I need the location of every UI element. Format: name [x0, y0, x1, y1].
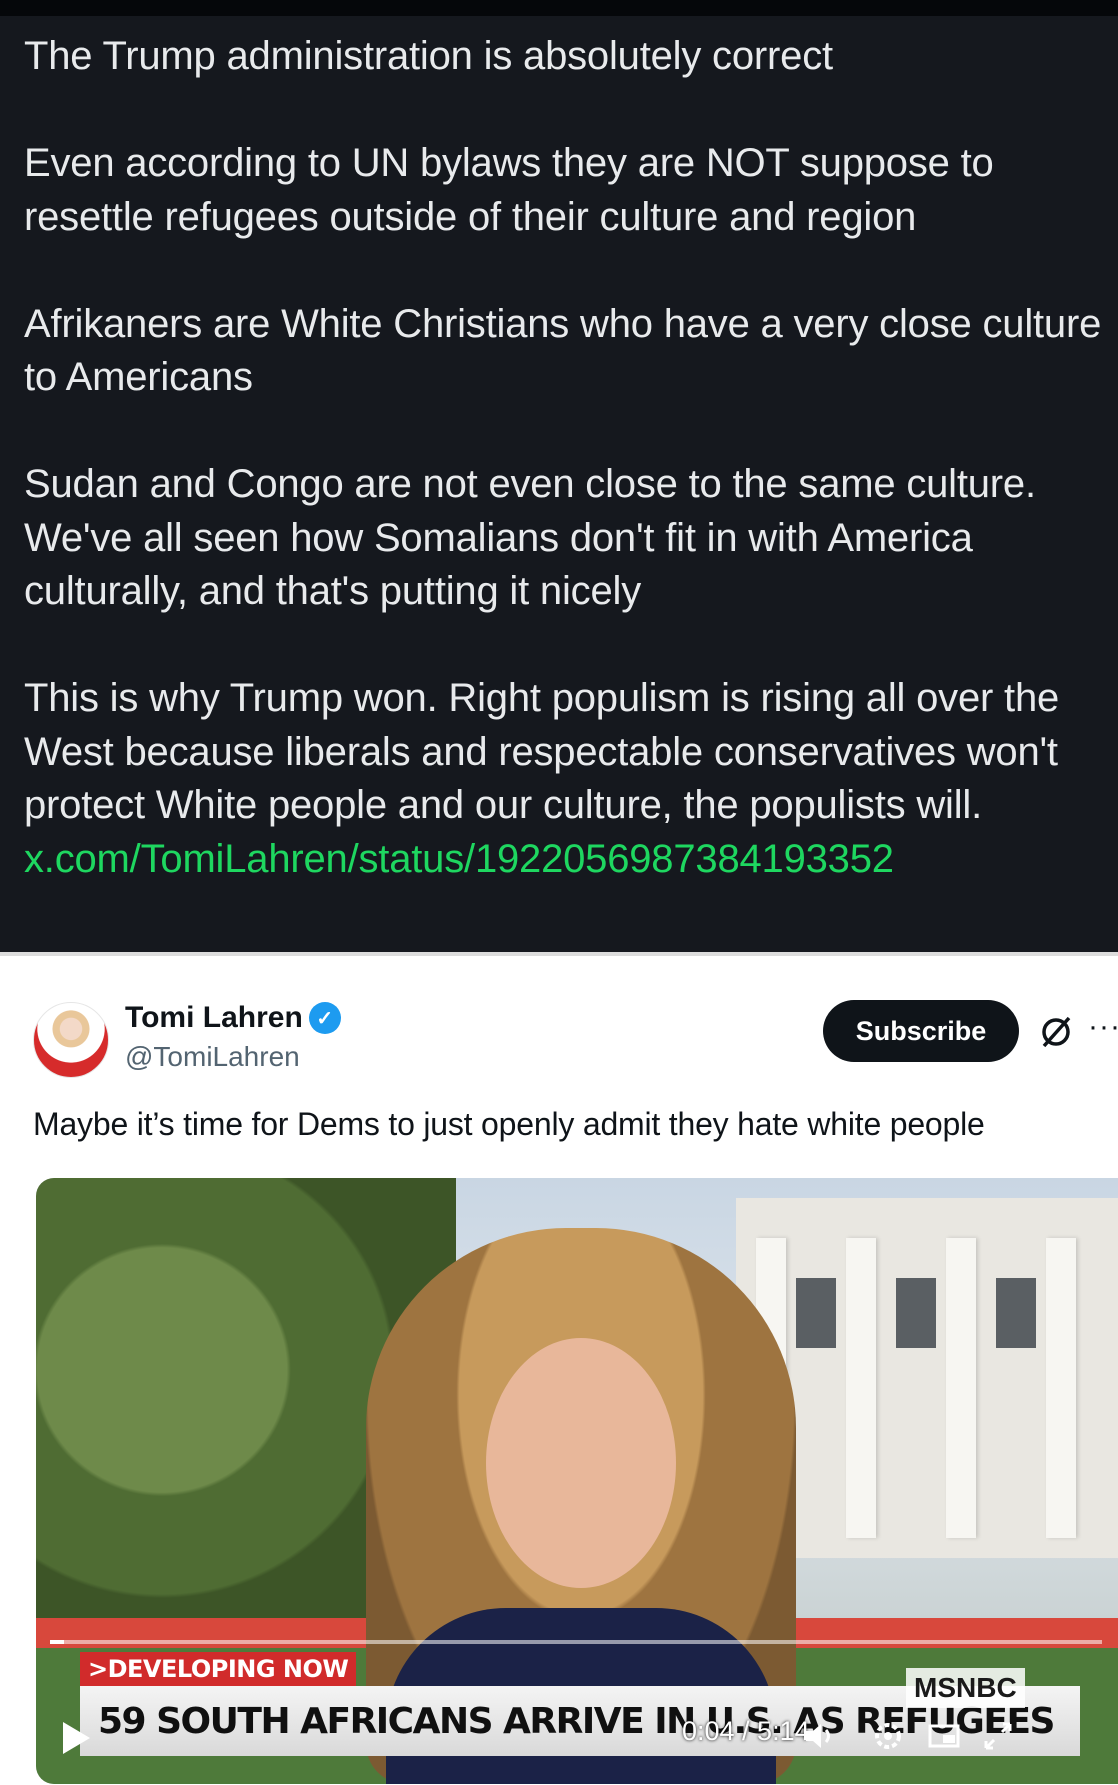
post-paragraph-5-text: This is why Trump won. Right populism is… [24, 676, 1060, 827]
window [996, 1278, 1036, 1348]
progress-fill [50, 1640, 64, 1644]
author-name[interactable]: Tomi Lahren [125, 1001, 303, 1035]
post-body: The Trump administration is absolutely c… [0, 16, 1118, 952]
post-paragraph-4: Sudan and Congo are not even close to th… [24, 462, 1036, 613]
fullscreen-icon[interactable] [980, 1718, 1016, 1754]
volume-icon[interactable] [802, 1718, 838, 1754]
tweet-text: Maybe it’s time for Dems to just openly … [33, 1106, 985, 1142]
video-time: 0:04 / 5:14 [682, 1716, 810, 1746]
post-paragraph-1: The Trump administration is absolutely c… [24, 34, 833, 78]
video-player[interactable]: >DEVELOPING NOW 59 SOUTH AFRICANS ARRIVE… [36, 1178, 1118, 1784]
top-bar [0, 0, 1118, 16]
quoted-tweet[interactable]: Tomi Lahren ✓ @TomiLahren Subscribe ··· … [0, 956, 1118, 1785]
avatar[interactable] [33, 1002, 109, 1078]
column [846, 1238, 876, 1538]
window [896, 1278, 936, 1348]
column [1046, 1238, 1076, 1538]
post-paragraph-3: Afrikaners are White Christians who have… [24, 301, 1102, 400]
author-name-row[interactable]: Tomi Lahren ✓ [125, 1001, 341, 1035]
window [796, 1278, 836, 1348]
author-handle[interactable]: @TomiLahren [125, 1041, 300, 1073]
developing-label: >DEVELOPING NOW [80, 1652, 357, 1686]
progress-bar[interactable] [50, 1640, 1102, 1644]
status-link[interactable]: x.com/TomiLahren/status/1922056987384193… [24, 833, 1104, 887]
settings-icon[interactable] [870, 1718, 906, 1754]
play-icon[interactable] [60, 1720, 92, 1756]
column [946, 1238, 976, 1538]
network-logo: MSNBC [906, 1668, 1025, 1708]
subscribe-button[interactable]: Subscribe [823, 1000, 1019, 1062]
more-icon[interactable]: ··· [1088, 1010, 1118, 1044]
anchor-face [486, 1338, 676, 1588]
post-paragraph-5: This is why Trump won. Right populism is… [24, 672, 1104, 886]
post-paragraph-2: Even according to UN bylaws they are NOT… [24, 141, 994, 239]
pip-icon[interactable] [926, 1718, 962, 1754]
verified-badge-icon: ✓ [308, 1002, 341, 1034]
grok-icon[interactable] [1036, 1012, 1076, 1052]
